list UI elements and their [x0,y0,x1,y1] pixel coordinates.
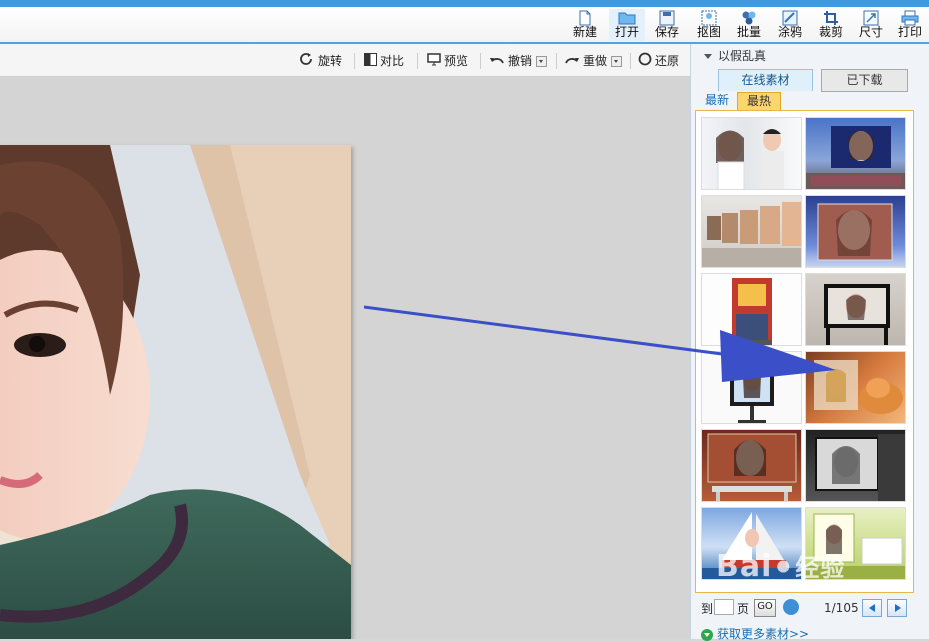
restore-icon [638,52,652,71]
tab-online-materials[interactable]: 在线素材 [718,69,813,91]
page-label: 页 [737,602,750,616]
compare-label: 对比 [380,54,405,68]
template-thumbnail[interactable] [805,429,906,502]
redo-button[interactable]: 重做 [564,52,623,71]
divider [630,53,631,69]
tab-downloaded[interactable]: 已下载 [821,69,908,92]
folder-icon [618,12,636,25]
open-button-label: 打开 [614,25,639,39]
save-button-label: 保存 [654,25,679,39]
cutout-icon [701,10,717,26]
undo-label: 撤销 [508,54,533,68]
template-thumbnail[interactable] [805,117,906,190]
doodle-icon [782,10,798,26]
crop-button[interactable]: 裁剪 [813,9,849,41]
compare-button[interactable]: 对比 [364,52,404,70]
edited-photo [0,145,351,639]
batch-button[interactable]: 批量 [731,9,767,41]
rotate-button[interactable]: 旋转 [299,52,342,70]
template-thumbnail[interactable] [701,351,802,424]
template-thumbnail[interactable] [701,429,802,502]
floppy-icon [659,10,675,26]
divider [480,53,481,69]
new-button-label: 新建 [572,25,597,39]
page-number-input[interactable] [714,599,734,615]
new-button[interactable]: 新建 [567,9,603,41]
undo-button[interactable]: 撤销 [489,52,548,71]
collapse-triangle-icon[interactable] [704,54,712,59]
redo-icon [564,53,580,71]
doodle-button[interactable]: 涂鸦 [772,9,808,41]
size-button[interactable]: 尺寸 [853,9,889,41]
compare-icon [364,52,377,71]
refresh-icon[interactable] [783,599,799,615]
panel-header[interactable]: 以假乱真 [691,44,929,68]
undo-dropdown[interactable] [536,56,548,67]
subtab-newest[interactable]: 最新 [698,92,736,109]
crop-button-label: 裁剪 [818,25,843,39]
restore-button[interactable]: 还原 [638,52,679,70]
template-thumbnail[interactable] [805,195,906,268]
divider [417,53,418,69]
next-page-button[interactable] [887,599,907,617]
preview-button[interactable]: 预览 [427,52,468,70]
undo-icon [489,53,505,71]
cutout-button[interactable]: 抠图 [691,9,727,41]
divider [556,53,557,69]
resize-icon [863,10,879,26]
redo-label: 重做 [583,54,608,68]
template-thumbnail[interactable] [805,351,906,424]
template-thumbnail[interactable] [805,273,906,346]
previous-page-button[interactable] [862,599,882,617]
panel-title: 以假乱真 [718,49,767,63]
material-panel: 以假乱真 在线素材 已下载 最新 最热 到 页 GO 1/105 获取更多素材>… [690,44,929,642]
size-button-label: 尺寸 [858,25,883,39]
batch-button-label: 批量 [736,25,761,39]
goto-label: 到 [701,602,714,616]
printer-icon [901,10,919,26]
crop-icon [824,11,838,25]
go-button[interactable]: GO [754,599,776,617]
save-button[interactable]: 保存 [649,9,685,41]
preview-label: 预览 [444,54,469,68]
restore-label: 还原 [655,54,680,68]
print-button[interactable]: 打印 [892,9,928,41]
get-more-materials-link[interactable]: 获取更多素材>> [701,625,809,642]
cutout-button-label: 抠图 [696,25,721,39]
rotate-label: 旋转 [318,54,343,68]
window-top-bar [0,0,929,7]
template-thumbnail[interactable] [701,117,802,190]
batch-icon [742,11,756,25]
edit-toolbar: 旋转 对比 预览 撤销 重做 还原 [0,44,690,77]
redo-dropdown[interactable] [611,56,623,67]
new-file-icon [579,10,591,26]
divider [354,53,355,69]
page-indicator: 1/105 [824,601,859,615]
monitor-icon [427,52,441,71]
image-canvas[interactable] [0,77,690,639]
print-button-label: 打印 [897,25,922,39]
doodle-button-label: 涂鸦 [777,25,802,39]
template-thumbnail[interactable] [701,195,802,268]
template-grid [695,110,914,593]
open-button[interactable]: 打开 [609,9,645,41]
pager: 到 页 GO 1/105 [691,596,929,620]
template-thumbnail[interactable] [701,273,802,346]
template-thumbnail[interactable] [805,507,906,580]
rotate-icon [299,52,315,71]
main-toolbar: 新建 打开 保存 抠图 批量 涂鸦 裁剪 尺寸 打印 [0,7,929,44]
template-thumbnail[interactable] [701,507,802,580]
subtab-hottest[interactable]: 最热 [737,92,781,111]
